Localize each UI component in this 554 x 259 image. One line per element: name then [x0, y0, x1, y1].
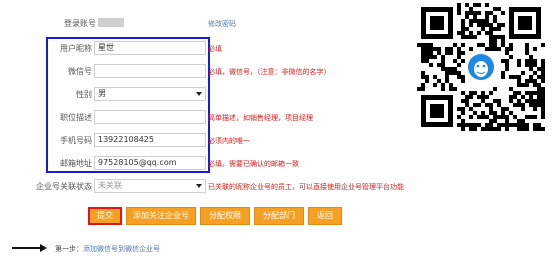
gender-select-value: 男: [98, 89, 106, 98]
enterprise-status-label: 企业号关联状态: [36, 182, 92, 191]
enterprise-status-value: 未关联: [98, 181, 122, 190]
nickname-input[interactable]: 星世: [94, 41, 206, 55]
login-account-label: 登录账号: [64, 19, 96, 28]
step-text: 添加微信号到微信企业号: [83, 245, 160, 253]
submit-button[interactable]: 提交: [88, 207, 122, 225]
step-number: 第一步：: [55, 245, 83, 253]
enterprise-status-select[interactable]: 未关联: [94, 179, 206, 193]
phone-hint: 必须内的唯一: [208, 137, 250, 145]
email-label: 邮箱地址: [60, 159, 92, 168]
change-password-link[interactable]: 修改密码: [208, 19, 236, 29]
chevron-down-icon: [196, 184, 202, 188]
phone-input[interactable]: 13922108425: [94, 133, 206, 147]
wechat-input[interactable]: [94, 64, 206, 78]
position-label: 职位描述: [60, 113, 92, 122]
wechat-label: 微信号: [68, 67, 92, 76]
nickname-label: 用户昵称: [60, 44, 92, 53]
qr-code: [417, 3, 545, 131]
position-input[interactable]: [94, 110, 206, 124]
gender-select[interactable]: 男: [94, 87, 206, 101]
assign-department-button[interactable]: 分配部门: [254, 207, 304, 225]
phone-label: 手机号码: [60, 136, 92, 145]
email-hint: 必填，需要已确认的邮箱一致: [208, 160, 299, 168]
wechat-hint: 必填，微信号，（注意：非微信的名字）: [208, 68, 331, 76]
email-input[interactable]: 97528105@qq.com: [94, 156, 206, 170]
enterprise-status-hint: 已关联的昵称企业号的员工，可以直接使用企业号管理平台功能: [208, 183, 404, 191]
nickname-hint: 必填: [208, 45, 222, 53]
step-instruction: 第一步：添加微信号到微信企业号: [55, 244, 160, 254]
gender-label: 性别: [76, 90, 92, 99]
assign-permission-button[interactable]: 分配权限: [200, 207, 250, 225]
arrow-right-icon-shaft: [12, 247, 42, 249]
arrow-right-icon: [40, 244, 47, 252]
position-hint: 简单描述，如销售经理，项目经理: [208, 114, 313, 122]
login-account-value-masked: [98, 18, 124, 27]
qr-code-graphic: [417, 3, 545, 131]
add-enterprise-button[interactable]: 添加关注企业号: [126, 207, 196, 225]
back-button[interactable]: 返回: [308, 207, 342, 225]
qq-penguin-icon: [474, 61, 488, 77]
chevron-down-icon: [196, 92, 202, 96]
profile-highlight-box: [46, 37, 210, 173]
